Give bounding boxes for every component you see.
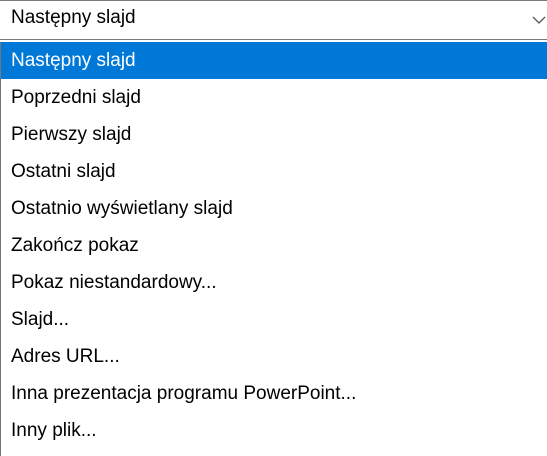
list-item-zakoncz-pokaz[interactable]: Zakończ pokaz bbox=[1, 227, 547, 264]
list-item-poprzedni-slajd[interactable]: Poprzedni slajd bbox=[1, 79, 547, 116]
list-item-pierwszy-slajd[interactable]: Pierwszy slajd bbox=[1, 116, 547, 153]
list-item-ostatnio-wyswietlany-slajd[interactable]: Ostatnio wyświetlany slajd bbox=[1, 190, 547, 227]
list-item-slajd[interactable]: Slajd... bbox=[1, 301, 547, 338]
combobox-value: Następny slajd bbox=[11, 7, 136, 28]
action-dropdown: Następny slajd Następny slajd Poprzedni … bbox=[0, 0, 547, 456]
chevron-down-icon[interactable] bbox=[530, 1, 547, 39]
action-combobox[interactable]: Następny slajd bbox=[0, 0, 547, 40]
list-item-pokaz-niestandardowy[interactable]: Pokaz niestandardowy... bbox=[1, 264, 547, 301]
list-item-inny-plik[interactable]: Inny plik... bbox=[1, 412, 547, 449]
dropdown-list: Następny slajd Poprzedni slajd Pierwszy … bbox=[0, 42, 547, 456]
list-item-ostatni-slajd[interactable]: Ostatni slajd bbox=[1, 153, 547, 190]
list-item-adres-url[interactable]: Adres URL... bbox=[1, 338, 547, 375]
list-item-inna-prezentacja[interactable]: Inna prezentacja programu PowerPoint... bbox=[1, 375, 547, 412]
list-item-nastepny-slajd[interactable]: Następny slajd bbox=[1, 42, 547, 79]
